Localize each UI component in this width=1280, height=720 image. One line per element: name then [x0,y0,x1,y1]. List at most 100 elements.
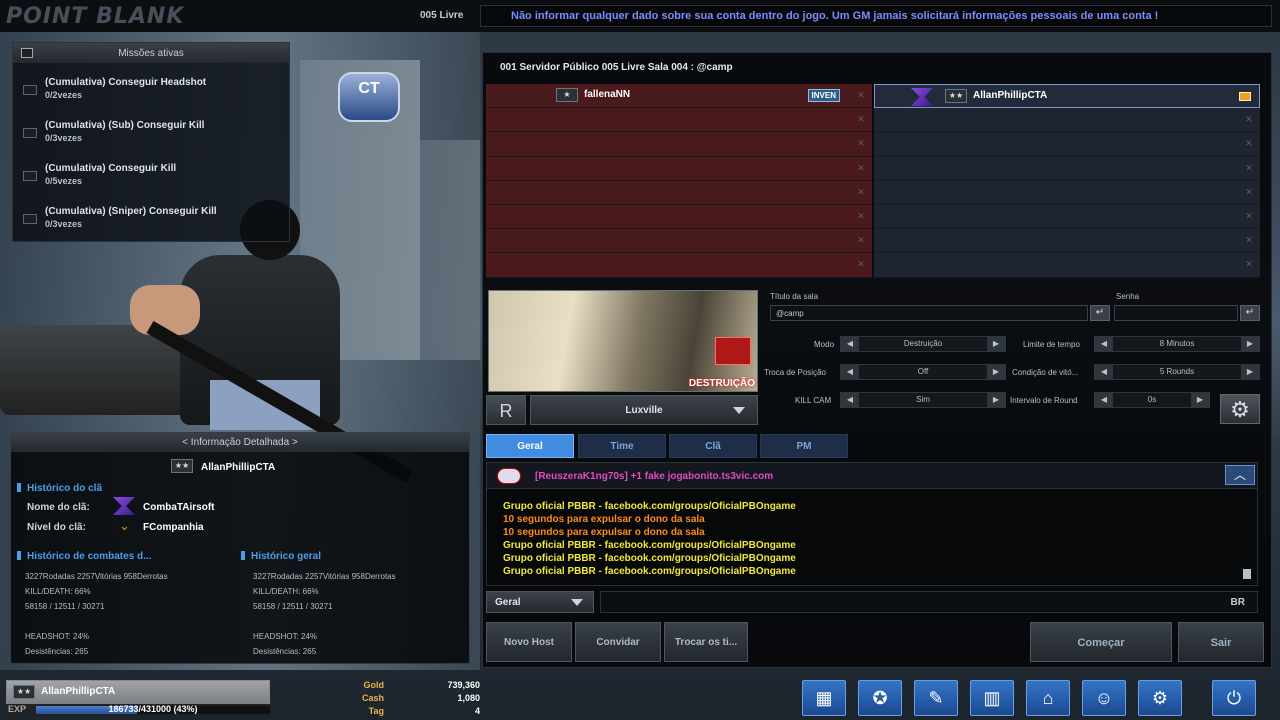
notes-icon[interactable]: ✎ [914,680,958,716]
close-icon[interactable]: ✕ [856,235,866,245]
power-icon[interactable]: ⏻ [1212,680,1256,716]
time-limit-value: 8 Minutos [1159,339,1195,348]
minimize-icon[interactable] [21,48,33,58]
arrow-right-icon[interactable]: ▶ [1241,365,1259,379]
close-icon[interactable]: ✕ [856,211,866,221]
mission-item[interactable]: (Cumulativa) (Sub) Conseguir Kill 0/3vez… [13,106,289,149]
tab-pm[interactable]: PM [760,434,848,458]
arrow-right-icon[interactable]: ▶ [1191,393,1209,407]
close-icon[interactable]: ✕ [856,138,866,148]
chat-channel-select[interactable]: Geral [486,591,594,613]
team-slot[interactable]: ✕ [874,132,1260,157]
win-condition-selector[interactable]: ◀ 5 Rounds ▶ [1094,364,1260,380]
player-bar-name: AllanPhillipCTA [41,686,116,697]
start-button[interactable]: Começar [1030,622,1172,662]
time-limit-selector[interactable]: ◀ 8 Minutos ▶ [1094,336,1260,352]
team-slot[interactable]: ✕ [486,108,872,133]
arrow-left-icon[interactable]: ◀ [841,365,859,379]
close-icon[interactable]: ✕ [1244,211,1254,221]
arrow-left-icon[interactable]: ◀ [841,393,859,407]
team-slot[interactable]: ✕ [486,253,872,278]
close-icon[interactable]: ✕ [1244,138,1254,148]
chevron-up-icon[interactable]: ︿ [1225,465,1255,485]
team-slot[interactable]: ✕ [486,156,872,181]
tab-geral[interactable]: Geral [486,434,574,458]
tab-cla[interactable]: Clã [669,434,757,458]
inventory-icon[interactable]: ▥ [970,680,1014,716]
info-title: < Informação Detalhada > [11,433,469,452]
clan-emblem-icon [113,497,135,515]
team-slot[interactable]: ✕ [874,180,1260,205]
switch-teams-button[interactable]: Trocar os ti... [664,622,748,662]
team-slot[interactable]: ✕ [874,253,1260,278]
close-icon[interactable]: ✕ [1244,114,1254,124]
team-slot[interactable]: ✕ [874,156,1260,181]
room-title-input[interactable]: @camp [770,305,1088,321]
team-slot[interactable]: ✕ [486,180,872,205]
enter-icon[interactable]: ↵ [1240,305,1260,321]
clan-rank-icon: ⌄ [119,518,130,533]
tab-time[interactable]: Time [578,434,666,458]
mission-checkbox[interactable] [23,128,37,138]
settings-icon[interactable]: ⚙ [1138,680,1182,716]
mission-checkbox[interactable] [23,85,37,95]
ct-force-badge-icon: CT [338,72,400,122]
close-icon[interactable]: ✕ [1244,187,1254,197]
chat-language: BR [1230,597,1245,608]
megaphone-bar: [ReuszeraK1ng70s] +1 fake jogabonito.ts3… [487,463,1257,489]
mission-item[interactable]: (Cumulativa) Conseguir Kill 0/5vezes [13,149,289,192]
tag-label: Tag [368,706,384,716]
shop-basket-icon[interactable]: ⌂ [1026,680,1070,716]
arrow-left-icon[interactable]: ◀ [1095,365,1113,379]
close-icon[interactable]: ✕ [1244,235,1254,245]
map-select[interactable]: Luxville [530,395,758,425]
close-icon[interactable]: ✕ [1244,163,1254,173]
close-icon[interactable]: ✕ [856,163,866,173]
invite-button[interactable]: Convidar [575,622,661,662]
password-input[interactable] [1114,305,1238,321]
emblem-icon[interactable]: ✪ [858,680,902,716]
arrow-right-icon[interactable]: ▶ [1241,337,1259,351]
killcam-selector[interactable]: ◀ Sim ▶ [840,392,1006,408]
swap-selector[interactable]: ◀ Off ▶ [840,364,1006,380]
round-interval-selector[interactable]: ◀ 0s ▶ [1094,392,1210,408]
chat-input[interactable]: BR [600,591,1258,613]
mission-item[interactable]: (Cumulativa) Conseguir Headshot 0/2vezes [13,63,289,106]
map-preview[interactable]: DESTRUIÇÃO [488,290,758,392]
arrow-right-icon[interactable]: ▶ [987,393,1005,407]
rank-icon: ★★ [13,685,35,699]
enter-icon[interactable]: ↵ [1090,305,1110,321]
team-slot[interactable]: ✕ [486,132,872,157]
close-icon[interactable]: ✕ [1244,259,1254,269]
chat-line: Grupo oficial PBBR - facebook.com/groups… [503,501,796,512]
team-slot[interactable]: ★★ AllanPhillipCTA [874,84,1260,109]
team-slot[interactable]: ✕ [874,204,1260,230]
team-slot[interactable]: ★ fallenaNN INVEN ✕ [486,84,872,109]
mode-selector[interactable]: ◀ Destruição ▶ [840,336,1006,352]
calendar-icon[interactable]: ▦ [802,680,846,716]
exit-button[interactable]: Sair [1178,622,1264,662]
arrow-left-icon[interactable]: ◀ [841,337,859,351]
close-icon[interactable]: ✕ [856,114,866,124]
room-settings-gear-icon[interactable]: ⚙ [1220,394,1260,424]
close-icon[interactable]: ✕ [856,187,866,197]
arrow-left-icon[interactable]: ◀ [1095,393,1113,407]
arrow-right-icon[interactable]: ▶ [987,365,1005,379]
new-host-button[interactable]: Novo Host [486,622,572,662]
team-slot[interactable]: ✕ [874,229,1260,254]
round-interval-label: Intervalo de Round [1010,396,1078,405]
team-slot[interactable]: ✕ [486,204,872,230]
random-map-button[interactable]: R [486,395,526,425]
arrow-left-icon[interactable]: ◀ [1095,337,1113,351]
mission-checkbox[interactable] [23,171,37,181]
chat-scrollbar[interactable] [1243,569,1251,579]
mission-item[interactable]: (Cumulativa) (Sniper) Conseguir Kill 0/3… [13,192,289,235]
arrow-right-icon[interactable]: ▶ [987,337,1005,351]
mission-checkbox[interactable] [23,214,37,224]
close-icon[interactable]: ✕ [856,90,866,100]
exp-label: EXP [8,704,27,714]
close-icon[interactable]: ✕ [856,259,866,269]
friends-icon[interactable]: ☺ [1082,680,1126,716]
team-slot[interactable]: ✕ [486,229,872,254]
team-slot[interactable]: ✕ [874,108,1260,133]
